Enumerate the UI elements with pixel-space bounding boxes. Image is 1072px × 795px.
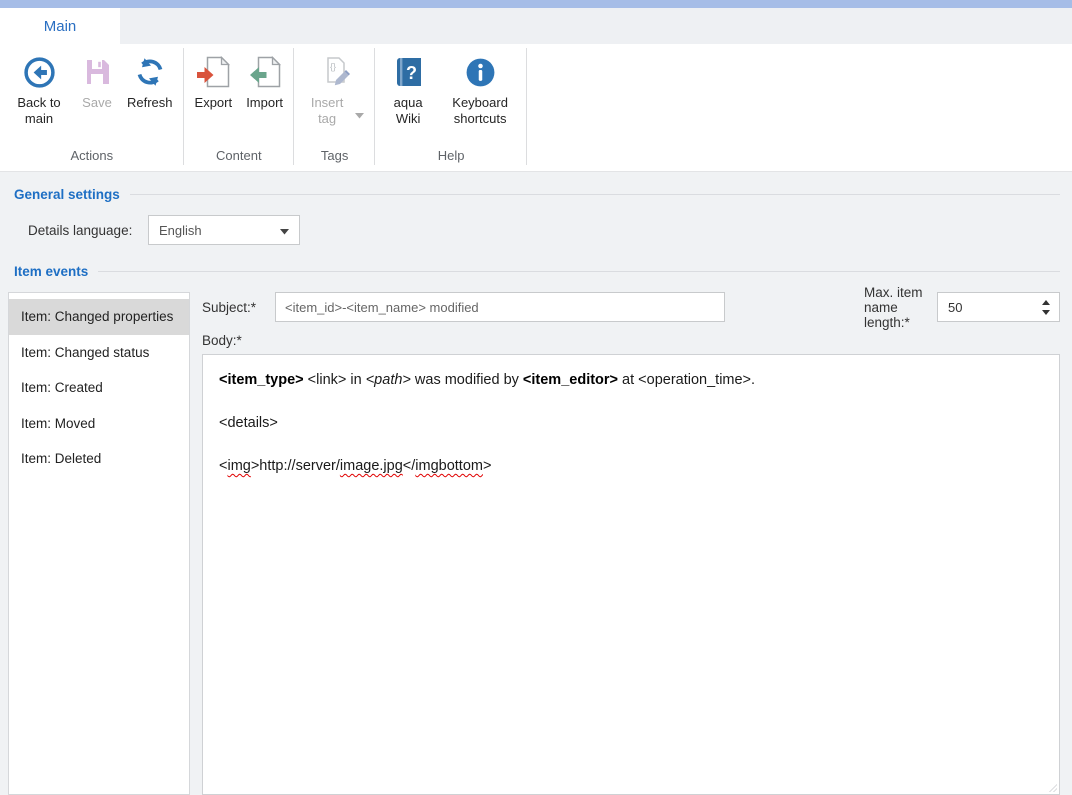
ribbon-tab-bar: Main [0, 8, 1072, 44]
details-language-value: English [159, 223, 202, 238]
group-label-help: Help [379, 146, 523, 171]
refresh-arrows-icon [133, 54, 167, 90]
aqua-wiki-button[interactable]: ? aqua Wiki [379, 54, 437, 128]
keyboard-shortcuts-button[interactable]: Keyboard shortcuts [437, 54, 523, 128]
group-label-actions: Actions [4, 146, 180, 171]
max-item-name-length-input[interactable] [938, 300, 1024, 315]
body-editor[interactable]: <item_type> <link> in <path> was modifie… [202, 354, 1060, 795]
group-label-tags: Tags [298, 146, 371, 171]
ribbon: Back to main Save [0, 44, 1072, 172]
event-list: Item: Changed properties Item: Changed s… [8, 292, 190, 795]
max-item-name-length-stepper [937, 292, 1060, 322]
insert-tag-label: Insert tag [305, 95, 349, 128]
spinner-down-icon[interactable] [1042, 310, 1050, 315]
window-title-strip [0, 0, 1072, 8]
export-button[interactable]: Export [188, 54, 240, 111]
heading-rule [130, 194, 1060, 195]
save-label: Save [82, 95, 112, 111]
event-item-changed-status[interactable]: Item: Changed status [9, 335, 189, 371]
refresh-button[interactable]: Refresh [120, 54, 180, 111]
resize-grip-icon[interactable] [1047, 782, 1057, 792]
page-export-arrow-icon [195, 54, 232, 90]
keyboard-shortcuts-label: Keyboard shortcuts [444, 95, 516, 128]
svg-text:{}: {} [330, 62, 336, 72]
details-language-dropdown[interactable]: English [148, 215, 300, 245]
back-to-main-button[interactable]: Back to main [4, 54, 74, 128]
svg-text:?: ? [406, 63, 417, 83]
back-to-main-label: Back to main [11, 95, 67, 128]
event-item-moved[interactable]: Item: Moved [9, 406, 189, 442]
export-label: Export [195, 95, 233, 111]
group-label-content: Content [188, 146, 291, 171]
chevron-down-icon [355, 106, 364, 124]
import-label: Import [246, 95, 283, 111]
event-item-changed-properties[interactable]: Item: Changed properties [9, 299, 189, 335]
body-paragraph: <details> [219, 413, 1043, 433]
refresh-label: Refresh [127, 95, 173, 111]
subject-input[interactable] [275, 292, 725, 322]
floppy-disk-icon [81, 54, 113, 90]
import-button[interactable]: Import [239, 54, 290, 111]
item-events-panel: Item: Changed properties Item: Changed s… [8, 292, 1060, 795]
ribbon-group-tags: {} Insert tag Tags [294, 44, 375, 171]
max-item-name-length-label: Max. item name length:* [864, 285, 937, 330]
details-language-label: Details language: [28, 223, 148, 238]
event-editor: Subject:* Max. item name length:* Body:*… [202, 292, 1060, 795]
body-label: Body:* [202, 333, 1060, 348]
body-paragraph: <img>http://server/image.jpg</imgbottom> [219, 456, 1043, 476]
wiki-book-icon: ? [393, 54, 424, 90]
ribbon-group-content: Export Import Content [184, 44, 295, 171]
details-language-row: Details language: English [28, 215, 1072, 245]
save-button[interactable]: Save [74, 54, 120, 111]
event-item-created[interactable]: Item: Created [9, 370, 189, 406]
info-circle-icon [464, 54, 497, 90]
ribbon-group-actions: Back to main Save [0, 44, 184, 171]
tag-pencil-icon: {} [318, 54, 352, 90]
subject-row: Subject:* Max. item name length:* [202, 292, 1060, 322]
tab-main-label: Main [44, 18, 77, 35]
aqua-wiki-label: aqua Wiki [386, 95, 430, 128]
tab-main[interactable]: Main [0, 8, 120, 44]
body-paragraph: <item_type> <link> in <path> was modifie… [219, 370, 1043, 390]
chevron-down-icon [280, 223, 289, 238]
general-settings-heading: General settings [14, 172, 1060, 202]
spinner-up-icon[interactable] [1042, 300, 1050, 305]
event-item-deleted[interactable]: Item: Deleted [9, 441, 189, 477]
heading-rule [98, 271, 1060, 272]
ribbon-group-help: ? aqua Wiki Keyboard shortcuts Help [375, 44, 527, 171]
back-arrow-circle-icon [23, 54, 56, 90]
item-events-heading: Item events [14, 264, 1060, 279]
insert-tag-button[interactable]: {} Insert tag [298, 54, 371, 128]
subject-label: Subject:* [202, 300, 275, 315]
page-import-arrow-icon [246, 54, 283, 90]
